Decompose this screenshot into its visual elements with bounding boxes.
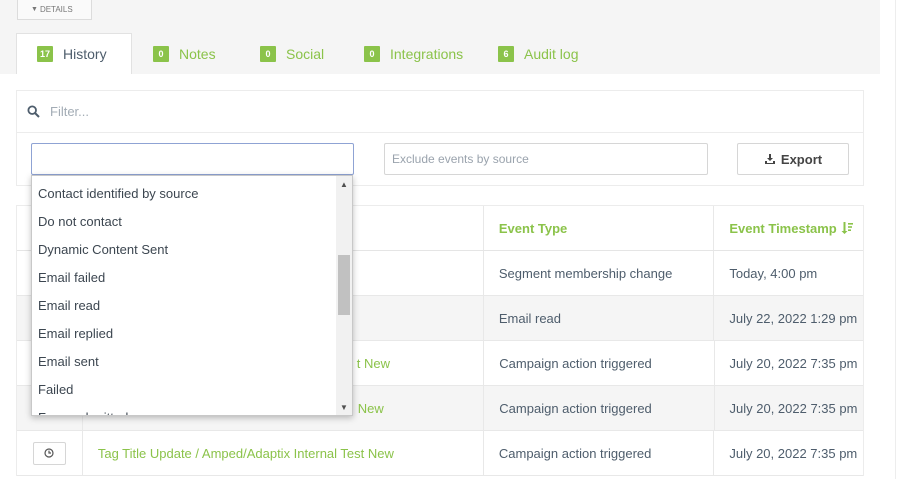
tab-audit-log[interactable]: 6 Audit log bbox=[488, 33, 598, 74]
export-button[interactable]: Export bbox=[737, 143, 849, 175]
tab-social[interactable]: 0 Social bbox=[239, 33, 346, 74]
dropdown-option[interactable]: Failed bbox=[32, 376, 338, 404]
scrollbar-thumb[interactable] bbox=[338, 255, 350, 315]
event-timestamp-cell: Today, 4:00 pm bbox=[713, 251, 863, 295]
tab-notes[interactable]: 0 Notes bbox=[132, 33, 239, 74]
download-icon bbox=[764, 154, 775, 164]
tab-count-badge: 0 bbox=[260, 45, 276, 62]
scroll-down-arrow-icon[interactable]: ▼ bbox=[336, 399, 352, 415]
sort-desc-icon bbox=[841, 222, 853, 234]
dropdown-option[interactable]: Email replied bbox=[32, 320, 338, 348]
row-action-cell bbox=[17, 431, 83, 475]
dropdown-options: Contact identified by source Do not cont… bbox=[32, 180, 338, 415]
exclude-source-input[interactable]: Exclude events by source bbox=[384, 143, 708, 175]
dropdown-option[interactable]: Email sent bbox=[32, 348, 338, 376]
filter-search-row[interactable]: Filter... bbox=[17, 91, 863, 133]
event-timestamp-cell: July 20, 2022 7:35 pm bbox=[713, 386, 864, 430]
dropdown-scrollbar[interactable]: ▲ ▼ bbox=[336, 176, 352, 415]
dropdown-option[interactable]: Dynamic Content Sent bbox=[32, 236, 338, 264]
tab-label: Notes bbox=[179, 45, 216, 62]
table-row: Tag Title Update / Amped/Adaptix Interna… bbox=[17, 431, 863, 476]
tab-label: Integrations bbox=[390, 45, 464, 62]
search-icon bbox=[27, 105, 40, 118]
tab-count-badge: 17 bbox=[37, 46, 54, 62]
dropdown-option[interactable]: Email failed bbox=[32, 264, 338, 292]
clock-icon bbox=[44, 448, 55, 458]
event-timestamp-cell: July 20, 2022 7:35 pm bbox=[713, 341, 864, 385]
details-toggle-button[interactable]: ▼ DETAILS bbox=[17, 0, 92, 20]
export-label: Export bbox=[780, 151, 823, 167]
source-dropdown-list[interactable]: Contact identified by source Do not cont… bbox=[31, 175, 353, 416]
row-details-button[interactable] bbox=[32, 441, 66, 465]
event-type-cell: Campaign action triggered bbox=[482, 431, 713, 475]
header-event-timestamp[interactable]: Event Timestamp bbox=[713, 206, 863, 250]
details-label: DETAILS bbox=[39, 5, 73, 14]
tab-count-badge: 6 bbox=[498, 45, 514, 62]
tab-label: Social bbox=[286, 45, 325, 62]
event-timestamp-cell: July 22, 2022 1:29 pm bbox=[713, 296, 863, 340]
caret-down-icon: ▼ bbox=[31, 6, 38, 13]
event-timestamp-cell: July 20, 2022 7:35 pm bbox=[713, 431, 863, 475]
header-event-type[interactable]: Event Type bbox=[482, 206, 713, 250]
panel-divider bbox=[895, 0, 896, 479]
event-type-cell: Email read bbox=[482, 296, 713, 340]
tab-count-badge: 0 bbox=[153, 45, 169, 62]
dropdown-option[interactable]: Do not contact bbox=[32, 208, 338, 236]
header-label: Event Type bbox=[498, 220, 568, 236]
dropdown-option[interactable]: Contact identified by source bbox=[32, 180, 338, 208]
tab-count-badge: 0 bbox=[364, 45, 380, 62]
dropdown-option[interactable]: Form submitted bbox=[32, 404, 338, 415]
tab-history[interactable]: 17 History bbox=[16, 33, 132, 74]
tab-integrations[interactable]: 0 Integrations bbox=[346, 33, 488, 74]
scroll-up-arrow-icon[interactable]: ▲ bbox=[336, 176, 352, 192]
event-type-cell: Segment membership change bbox=[482, 251, 713, 295]
event-type-cell: Campaign action triggered bbox=[483, 386, 713, 430]
include-source-input[interactable] bbox=[31, 143, 354, 175]
header-label: Event Timestamp bbox=[729, 220, 837, 236]
event-type-cell: Campaign action triggered bbox=[483, 341, 713, 385]
tab-label: Audit log bbox=[524, 45, 579, 62]
tab-bar: 17 History 0 Notes 0 Social 0 Integratio… bbox=[16, 33, 598, 74]
tab-label: History bbox=[63, 46, 107, 62]
filter-placeholder: Filter... bbox=[50, 104, 90, 119]
event-name-link[interactable]: Tag Title Update / Amped/Adaptix Interna… bbox=[83, 431, 483, 475]
dropdown-option[interactable]: Email read bbox=[32, 292, 338, 320]
